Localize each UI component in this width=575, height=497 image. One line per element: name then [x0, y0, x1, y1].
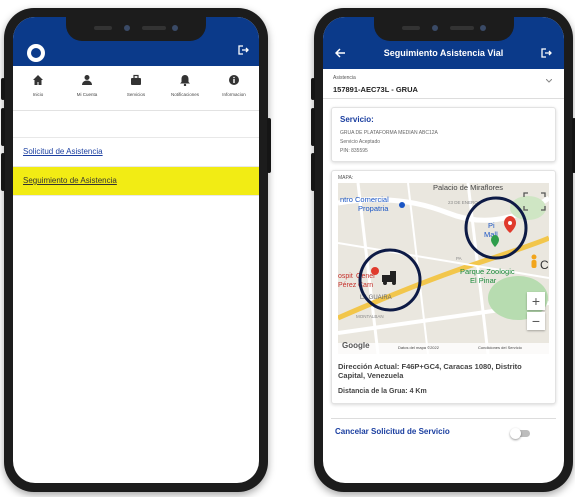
park-pin-icon: [491, 235, 499, 247]
field-value: 157891-AEC73L - GRUA: [333, 85, 418, 94]
assistance-menu: Solicitud de Asistencia Seguimiento de A…: [13, 137, 259, 196]
phone-side-button: [311, 78, 315, 100]
toggle-knob: [510, 428, 521, 439]
zoom-out-button[interactable]: −: [527, 312, 545, 330]
briefcase-icon: [115, 74, 157, 88]
right-screen: Seguimiento Asistencia Vial Asistencia 1…: [323, 17, 564, 483]
service-title: Servicio:: [340, 115, 374, 124]
map-pin-icon: [504, 216, 516, 233]
left-phone: Inicio Mi Cuenta Servicios Notificacione…: [1, 8, 271, 492]
phone-side-button: [311, 108, 315, 146]
nav-item-servicios[interactable]: Servicios: [115, 74, 157, 110]
field-label: Asistencia: [333, 75, 356, 81]
tow-distance: Distancia de la Grua: 4 Km: [338, 388, 427, 395]
zoom-in-button[interactable]: +: [527, 292, 545, 310]
poi-pin-icon: [399, 202, 405, 208]
fullscreen-icon: [523, 192, 546, 211]
phone-side-button: [1, 153, 5, 191]
map-overlay: [358, 192, 546, 312]
logout-icon[interactable]: [540, 48, 552, 58]
phone-side-button: [1, 78, 5, 100]
home-icon: [17, 74, 59, 88]
cancel-service-toggle[interactable]: [510, 428, 530, 439]
menu-item-seguimiento[interactable]: Seguimiento de Asistencia: [13, 167, 259, 196]
top-nav: Inicio Mi Cuenta Servicios Notificacione…: [13, 66, 259, 111]
nav-label: Servicios: [126, 92, 146, 97]
phone-side-button: [311, 153, 315, 191]
page-title: Seguimiento Asistencia Vial: [383, 48, 504, 58]
current-address: Dirección Actual: F46P+GC4, Caracas 1080…: [338, 362, 522, 380]
map-card: MAPA: Palacio de Miraflores ntro Comerci…: [331, 170, 556, 404]
nav-item-mi-cuenta[interactable]: Mi Cuenta: [66, 74, 108, 110]
phone-side-button: [1, 108, 5, 146]
service-line: GRUA DE PLATAFORMA MEDIAN ABC12A: [340, 130, 438, 136]
tow-truck-icon: [382, 271, 396, 285]
map-terms-link[interactable]: Condiciones del Servicio: [478, 345, 522, 350]
user-icon: [66, 74, 108, 88]
nav-item-inicio[interactable]: Inicio: [17, 74, 59, 110]
menu-item-solicitud[interactable]: Solicitud de Asistencia: [13, 138, 259, 167]
assistance-select[interactable]: Asistencia 157891-AEC73L - GRUA: [323, 69, 564, 99]
info-icon: [213, 74, 255, 88]
service-card: Servicio: GRUA DE PLATAFORMA MEDIAN ABC1…: [331, 107, 556, 162]
nav-item-notificaciones[interactable]: Notificaciones: [164, 74, 206, 110]
right-phone: Seguimiento Asistencia Vial Asistencia 1…: [311, 8, 575, 492]
logo-icon: [27, 44, 45, 62]
phone-notch: [66, 17, 206, 41]
destination-circle: [464, 196, 528, 260]
bell-icon: [164, 74, 206, 88]
logout-icon[interactable]: [237, 45, 249, 55]
map-label: MAPA:: [338, 175, 354, 181]
service-line: PIN: 835595: [340, 148, 368, 154]
hospital-pin-icon: [371, 267, 379, 275]
map-attribution: Datos del mapa ©2022: [398, 345, 439, 350]
phone-notch: [373, 17, 514, 41]
left-screen: Inicio Mi Cuenta Servicios Notificacione…: [13, 17, 259, 483]
nav-item-informacion[interactable]: Informacion: [213, 74, 255, 110]
cancel-service-row: Cancelar Solicitud de Servicio: [331, 418, 556, 449]
map-view[interactable]: Palacio de Miraflores ntro Comercial Pro…: [338, 183, 549, 354]
chevron-down-icon: [546, 79, 552, 83]
nav-label: Inicio: [32, 92, 44, 97]
pegman-icon: [531, 254, 537, 268]
nav-label: Mi Cuenta: [76, 92, 98, 97]
nav-label: Informacion: [222, 92, 246, 97]
service-line: Servicio Aceptado: [340, 139, 381, 145]
phone-side-button: [267, 118, 271, 173]
google-logo: Google: [342, 341, 370, 350]
nav-label: Notificaciones: [170, 92, 199, 97]
